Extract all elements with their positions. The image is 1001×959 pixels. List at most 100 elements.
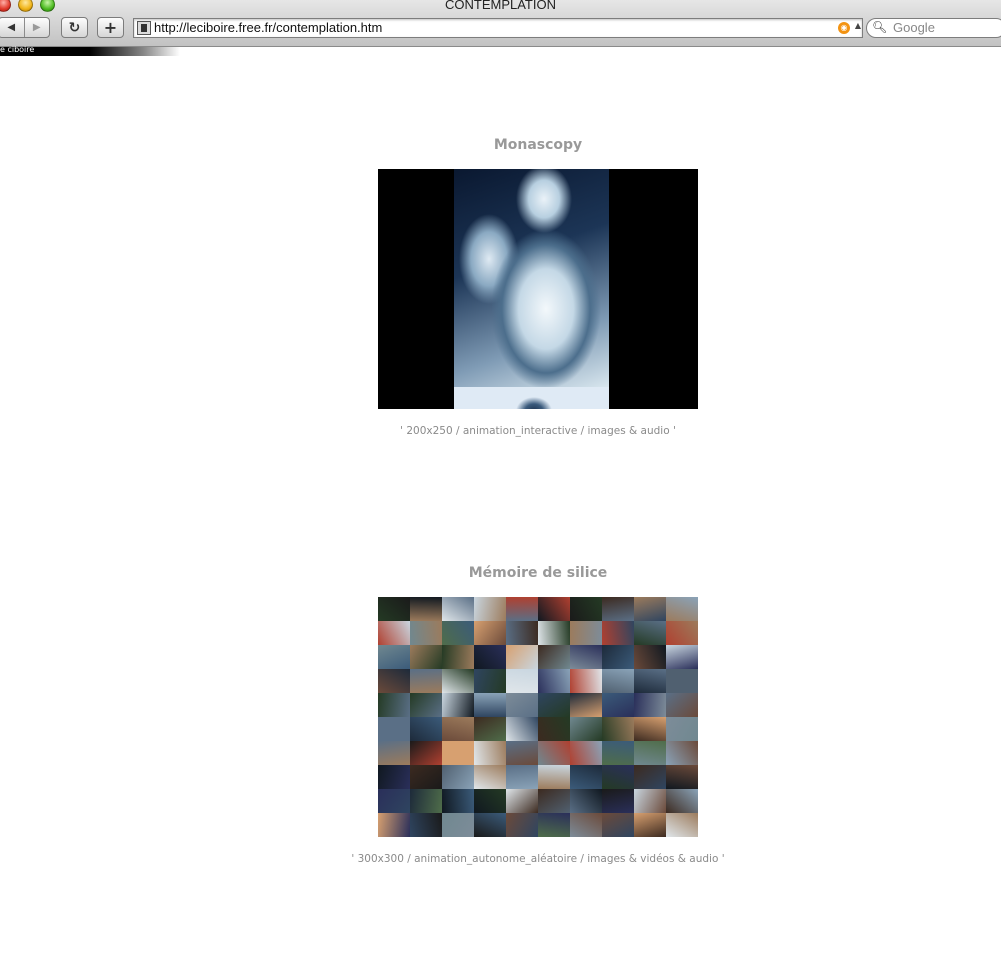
- work-title-memoire-de-silice[interactable]: Mémoire de silice: [0, 565, 1001, 581]
- video-thumbnail: [602, 621, 634, 645]
- video-thumbnail: [410, 765, 442, 789]
- video-thumbnail: [570, 597, 602, 621]
- window-title: CONTEMPLATION: [445, 0, 556, 12]
- video-thumbnail: [538, 765, 570, 789]
- video-thumbnail: [410, 693, 442, 717]
- video-thumbnail: [378, 621, 410, 645]
- video-thumbnail: [634, 597, 666, 621]
- title-bar: CONTEMPLATION: [0, 0, 1001, 12]
- video-thumbnail: [666, 813, 698, 837]
- video-thumbnail: [506, 693, 538, 717]
- video-thumbnail: [538, 789, 570, 813]
- video-thumbnail: [506, 813, 538, 837]
- video-thumbnail: [538, 741, 570, 765]
- video-thumbnail: [378, 669, 410, 693]
- video-thumbnail: [570, 789, 602, 813]
- video-thumbnail: [634, 717, 666, 741]
- video-thumbnail: [538, 621, 570, 645]
- chevron-up-icon[interactable]: ▲: [855, 21, 861, 30]
- video-thumbnail: [474, 741, 506, 765]
- video-thumbnail: [474, 717, 506, 741]
- video-thumbnail: [666, 693, 698, 717]
- video-thumbnail: [474, 813, 506, 837]
- video-thumbnail: [474, 621, 506, 645]
- video-thumbnail: [378, 693, 410, 717]
- video-thumbnail: [410, 813, 442, 837]
- video-thumbnail: [602, 741, 634, 765]
- video-thumbnail: [666, 669, 698, 693]
- video-thumbnail: [570, 741, 602, 765]
- video-thumbnail: [506, 621, 538, 645]
- video-thumbnail: [378, 645, 410, 669]
- video-thumbnail: [410, 789, 442, 813]
- video-thumbnail: [570, 693, 602, 717]
- video-thumbnail: [410, 741, 442, 765]
- video-thumbnail: [442, 765, 474, 789]
- video-thumbnail: [538, 645, 570, 669]
- video-thumbnail: [442, 645, 474, 669]
- video-thumbnail: [442, 717, 474, 741]
- work-title-monascopy[interactable]: Monascopy: [0, 137, 1001, 153]
- video-thumbnail: [442, 813, 474, 837]
- monascopy-image-strip: [454, 387, 609, 409]
- video-thumbnail: [602, 693, 634, 717]
- video-thumbnail: [602, 597, 634, 621]
- video-thumbnail: [602, 765, 634, 789]
- rss-icon[interactable]: ◉: [838, 22, 850, 34]
- video-thumbnail: [410, 645, 442, 669]
- reload-icon: ↻: [68, 19, 81, 36]
- video-thumbnail: [506, 717, 538, 741]
- video-thumbnail: [538, 669, 570, 693]
- video-thumbnail: [634, 693, 666, 717]
- video-thumbnail: [634, 765, 666, 789]
- video-thumbnail: [506, 669, 538, 693]
- video-thumbnail: [602, 789, 634, 813]
- video-thumbnail: [506, 741, 538, 765]
- video-thumbnail: [410, 621, 442, 645]
- video-thumbnail: [410, 597, 442, 621]
- video-thumbnail: [442, 669, 474, 693]
- reload-button[interactable]: ↻: [61, 17, 88, 38]
- favicon-icon: [137, 21, 151, 35]
- video-thumbnail: [538, 597, 570, 621]
- video-thumbnail: [506, 765, 538, 789]
- address-bar[interactable]: http://leciboire.free.fr/contemplation.h…: [133, 18, 863, 38]
- back-arrow-icon[interactable]: ◀: [0, 22, 24, 33]
- video-thumbnail: [506, 597, 538, 621]
- video-thumbnail: [666, 621, 698, 645]
- video-thumbnail: [570, 621, 602, 645]
- search-field[interactable]: 🔍︎ Google: [866, 18, 1001, 38]
- video-thumbnail: [634, 813, 666, 837]
- video-thumbnail: [378, 765, 410, 789]
- video-thumbnail: [538, 717, 570, 741]
- video-thumbnail: [634, 669, 666, 693]
- video-thumbnail: [570, 645, 602, 669]
- add-bookmark-button[interactable]: +: [97, 17, 124, 38]
- video-thumbnail: [570, 669, 602, 693]
- video-thumbnail: [442, 621, 474, 645]
- url-text[interactable]: http://leciboire.free.fr/contemplation.h…: [154, 20, 382, 35]
- video-thumbnail: [410, 669, 442, 693]
- video-thumbnail: [666, 645, 698, 669]
- video-thumbnail: [570, 765, 602, 789]
- tab-bar-item[interactable]: e ciboire: [0, 45, 180, 56]
- video-thumbnail: [634, 741, 666, 765]
- video-thumbnail: [570, 813, 602, 837]
- video-thumbnail: [666, 597, 698, 621]
- video-thumbnail: [538, 693, 570, 717]
- video-thumbnail: [474, 693, 506, 717]
- memoire-de-silice-animation[interactable]: [378, 597, 698, 837]
- video-thumbnail: [474, 645, 506, 669]
- forward-arrow-icon[interactable]: ▶: [25, 22, 50, 33]
- video-thumbnail: [378, 717, 410, 741]
- video-thumbnail: [506, 789, 538, 813]
- back-forward-buttons: ◀ ▶: [0, 17, 50, 38]
- search-placeholder: Google: [893, 20, 935, 35]
- plus-icon: +: [103, 18, 118, 37]
- video-thumbnail: [666, 765, 698, 789]
- video-thumbnail: [442, 789, 474, 813]
- monascopy-animation[interactable]: [378, 169, 698, 409]
- search-icon[interactable]: 🔍︎: [872, 20, 887, 34]
- browser-chrome: CONTEMPLATION ◀ ▶ ↻ + http://leciboire.f…: [0, 0, 1001, 47]
- video-thumbnail: [474, 669, 506, 693]
